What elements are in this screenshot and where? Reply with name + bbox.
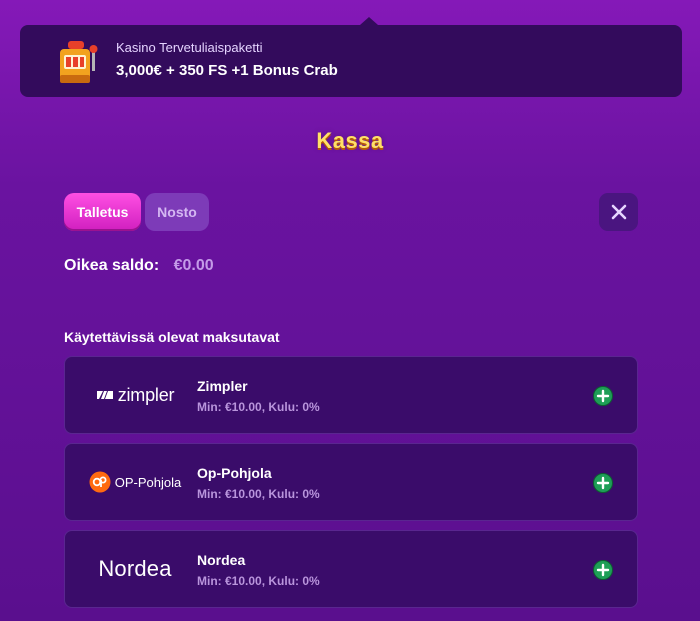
nordea-logo: Nordea: [85, 531, 185, 607]
method-name: Zimpler: [197, 378, 248, 394]
page-title: Kassa: [316, 128, 384, 153]
method-info: Op-Pohjola Min: €10.00, Kulu: 0%: [197, 465, 320, 501]
payment-method-zimpler[interactable]: zimpler Zimpler Min: €10.00, Kulu: 0%: [64, 356, 638, 434]
nordea-wordmark: Nordea: [98, 556, 172, 581]
close-icon: [611, 204, 626, 220]
close-button[interactable]: [599, 193, 638, 231]
payment-methods-heading: Käytettävissä olevat maksutavat: [64, 329, 280, 345]
slot-machine-icon: [60, 41, 98, 83]
balance-label: Oikea saldo:: [64, 257, 160, 274]
plus-icon[interactable]: [593, 560, 613, 580]
op-pohjola-logo: OP-Pohjola: [85, 444, 185, 520]
method-info: Nordea Min: €10.00, Kulu: 0%: [197, 552, 320, 588]
op-pohjola-wordmark: OP-Pohjola: [114, 474, 182, 490]
plus-icon[interactable]: [593, 473, 613, 493]
promo-title: 3,000€ + 350 FS +1 Bonus Crab: [116, 62, 338, 79]
zimpler-logo: zimpler: [85, 357, 185, 433]
payment-method-op-pohjola[interactable]: OP-Pohjola Op-Pohjola Min: €10.00, Kulu:…: [64, 443, 638, 521]
payment-method-nordea[interactable]: Nordea Nordea Min: €10.00, Kulu: 0%: [64, 530, 638, 608]
method-name: Nordea: [197, 552, 246, 568]
method-info: Zimpler Min: €10.00, Kulu: 0%: [197, 378, 320, 414]
balance-value: €0.00: [173, 257, 214, 274]
promo-text: Kasino Tervetuliaispaketti 3,000€ + 350 …: [116, 40, 338, 79]
real-balance: Oikea saldo: €0.00: [64, 257, 214, 275]
zimpler-mark-icon: [96, 391, 113, 399]
tab-withdraw[interactable]: Nosto: [145, 193, 209, 231]
op-mark-icon: [89, 471, 111, 493]
method-limits: Min: €10.00, Kulu: 0%: [197, 400, 320, 414]
welcome-promo-banner[interactable]: Kasino Tervetuliaispaketti 3,000€ + 350 …: [20, 17, 682, 97]
tab-deposit[interactable]: Talletus: [64, 193, 141, 231]
method-name: Op-Pohjola: [197, 465, 272, 481]
plus-icon[interactable]: [593, 386, 613, 406]
method-limits: Min: €10.00, Kulu: 0%: [197, 487, 320, 501]
method-limits: Min: €10.00, Kulu: 0%: [197, 574, 320, 588]
promo-subtitle: Kasino Tervetuliaispaketti: [116, 40, 263, 55]
zimpler-wordmark: zimpler: [117, 384, 175, 405]
